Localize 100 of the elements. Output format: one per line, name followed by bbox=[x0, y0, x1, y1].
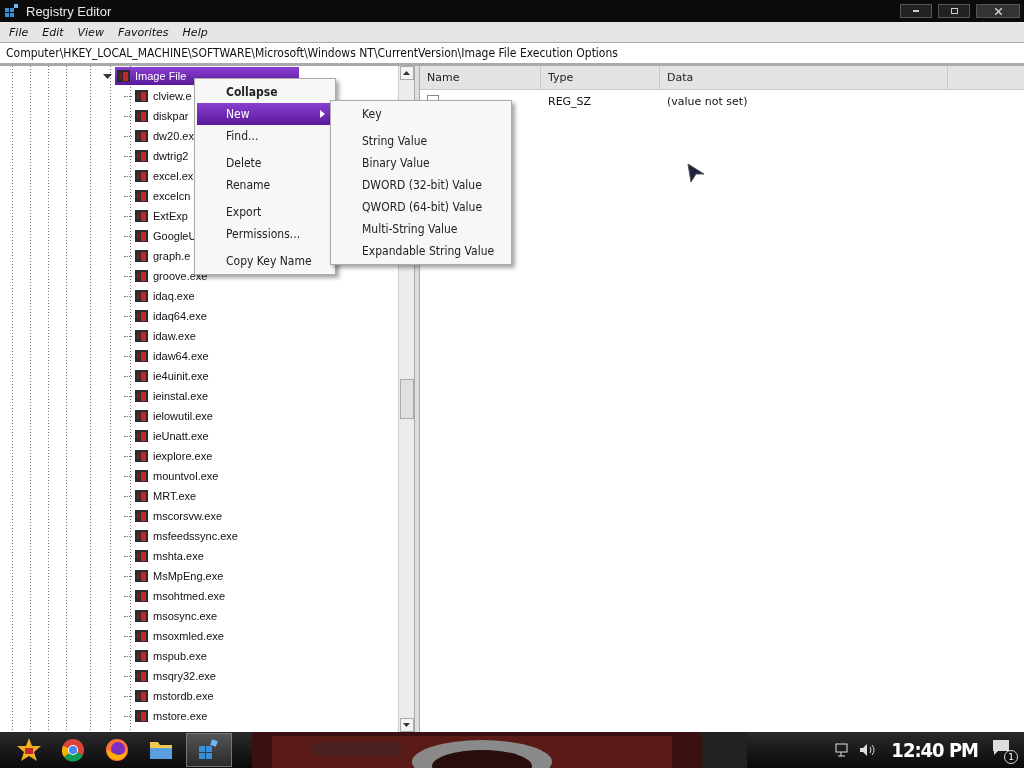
registry-key-icon bbox=[135, 389, 149, 403]
registry-key-icon bbox=[135, 689, 149, 703]
minimize-button[interactable] bbox=[900, 4, 932, 18]
menu-item[interactable]: View bbox=[70, 25, 111, 39]
start-logo-icon bbox=[16, 737, 42, 763]
context-menu-item[interactable]: Rename bbox=[197, 174, 333, 196]
tree-item[interactable]: ieUnatt.exe bbox=[133, 427, 211, 445]
close-icon bbox=[994, 7, 1002, 15]
registry-key-icon bbox=[135, 189, 149, 203]
column-header[interactable]: Type bbox=[541, 66, 660, 90]
submenu-item[interactable]: QWORD (64-bit) Value bbox=[333, 196, 509, 218]
submenu-item[interactable]: String Value bbox=[333, 130, 509, 152]
registry-key-icon bbox=[135, 469, 149, 483]
registry-key-icon bbox=[135, 529, 149, 543]
context-menu-item[interactable]: Export bbox=[197, 201, 333, 223]
registry-key-icon bbox=[135, 229, 149, 243]
chrome-icon bbox=[61, 738, 85, 762]
registry-key-icon bbox=[117, 69, 131, 83]
registry-key-icon bbox=[135, 509, 149, 523]
close-button[interactable] bbox=[976, 4, 1020, 18]
scroll-up-icon bbox=[403, 71, 410, 75]
tree-item[interactable]: idaq.exe bbox=[133, 287, 197, 305]
submenu-item[interactable]: Expandable String Value bbox=[333, 240, 509, 262]
tree-item[interactable]: mstore.exe bbox=[133, 707, 210, 725]
registry-key-icon bbox=[135, 429, 149, 443]
maximize-button[interactable] bbox=[938, 4, 970, 18]
tree-item[interactable]: msoxmled.exe bbox=[133, 627, 226, 645]
tree-item[interactable]: ExtExp bbox=[133, 207, 190, 225]
menu-item[interactable]: Help bbox=[175, 25, 215, 39]
tree-item[interactable]: graph.e bbox=[133, 247, 193, 265]
tree-item[interactable]: excel.ex bbox=[133, 167, 196, 185]
message-icon bbox=[992, 738, 1010, 756]
registry-key-icon bbox=[135, 89, 149, 103]
menu-item[interactable]: Edit bbox=[35, 25, 71, 39]
registry-key-icon bbox=[135, 569, 149, 583]
registry-key-icon bbox=[135, 209, 149, 223]
tree-item[interactable]: clview.e bbox=[133, 87, 194, 105]
submenu-item[interactable]: Multi-String Value bbox=[333, 218, 509, 240]
address-bar[interactable]: Computer\HKEY_LOCAL_MACHINE\SOFTWARE\Microsoft\Windows NT\CurrentVersion\Image File Execution Options bbox=[0, 42, 1024, 64]
tree-item[interactable]: diskpar bbox=[133, 107, 191, 125]
registry-key-icon bbox=[135, 449, 149, 463]
tree-item[interactable]: iexplore.exe bbox=[133, 447, 215, 465]
minimize-icon bbox=[913, 10, 919, 12]
tree-item[interactable]: idaw.exe bbox=[133, 327, 198, 345]
registry-key-icon bbox=[135, 629, 149, 643]
context-menu-item[interactable]: Delete bbox=[197, 152, 333, 174]
tree-item[interactable]: ie4uinit.exe bbox=[133, 367, 211, 385]
table-cell-text: (value not set) bbox=[666, 94, 749, 108]
tree-item[interactable]: ielowutil.exe bbox=[133, 407, 215, 425]
submenu-item[interactable]: Key bbox=[333, 103, 509, 125]
context-menu-item[interactable]: Find... bbox=[197, 125, 333, 147]
tree-item[interactable]: dwtrig2 bbox=[133, 147, 191, 165]
tree-item[interactable]: mstordb.exe bbox=[133, 687, 216, 705]
submenu-item[interactable]: DWORD (32-bit) Value bbox=[333, 174, 509, 196]
context-menu-item[interactable]: New bbox=[197, 103, 333, 125]
tree-item[interactable]: ieinstal.exe bbox=[133, 387, 211, 405]
menu-item[interactable]: Favorites bbox=[110, 25, 176, 39]
tree-item[interactable]: mshta.exe bbox=[133, 547, 206, 565]
registry-editor-icon bbox=[4, 3, 20, 19]
registry-key-icon bbox=[135, 669, 149, 683]
registry-editor-icon bbox=[197, 738, 221, 762]
tree-item[interactable]: MsMpEng.exe bbox=[133, 567, 226, 585]
tree-item[interactable]: msqry32.exe bbox=[133, 667, 218, 685]
menu-item[interactable]: File bbox=[2, 25, 36, 39]
registry-key-icon bbox=[135, 369, 149, 383]
expanded-arrow-icon[interactable] bbox=[103, 71, 112, 81]
registry-key-icon bbox=[135, 309, 149, 323]
tree-item[interactable]: mspub.exe bbox=[133, 647, 209, 665]
registry-key-icon bbox=[135, 589, 149, 603]
registry-key-icon bbox=[135, 249, 149, 263]
tree-item[interactable]: excelcn bbox=[133, 187, 193, 205]
tree-item[interactable]: idaw64.exe bbox=[133, 347, 211, 365]
registry-key-icon bbox=[135, 129, 149, 143]
window-title: Registry Editor bbox=[26, 3, 113, 19]
folder-icon bbox=[149, 739, 173, 761]
registry-key-icon bbox=[135, 409, 149, 423]
tree-item[interactable]: MRT.exe bbox=[133, 487, 199, 505]
context-menu-item[interactable]: Permissions... bbox=[197, 223, 333, 245]
clock[interactable]: 12:40 PM bbox=[891, 738, 978, 762]
tree-item[interactable]: mscorsvw.exe bbox=[133, 507, 225, 525]
registry-key-icon bbox=[135, 489, 149, 503]
registry-key-icon bbox=[135, 549, 149, 563]
tree-item[interactable]: msosync.exe bbox=[133, 607, 220, 625]
registry-key-icon bbox=[135, 649, 149, 663]
tree-item[interactable]: msfeedssync.exe bbox=[133, 527, 240, 545]
mouse-pointer-icon bbox=[687, 163, 705, 183]
submenu-item[interactable]: Binary Value bbox=[333, 152, 509, 174]
column-header[interactable]: Data bbox=[660, 66, 948, 90]
registry-key-icon bbox=[135, 289, 149, 303]
registry-key-icon bbox=[135, 149, 149, 163]
registry-key-icon bbox=[135, 269, 149, 283]
tree-item[interactable]: mountvol.exe bbox=[133, 467, 221, 485]
speaker-icon[interactable] bbox=[859, 743, 878, 757]
registry-key-icon bbox=[135, 709, 149, 723]
tree-item[interactable]: dw20.ex bbox=[133, 127, 196, 145]
registry-key-icon bbox=[135, 349, 149, 363]
scroll-thumb[interactable] bbox=[399, 379, 414, 419]
tree-item[interactable]: idaq64.exe bbox=[133, 307, 209, 325]
tree-item[interactable]: msohtmed.exe bbox=[133, 587, 228, 605]
column-header[interactable]: Name bbox=[420, 66, 541, 90]
